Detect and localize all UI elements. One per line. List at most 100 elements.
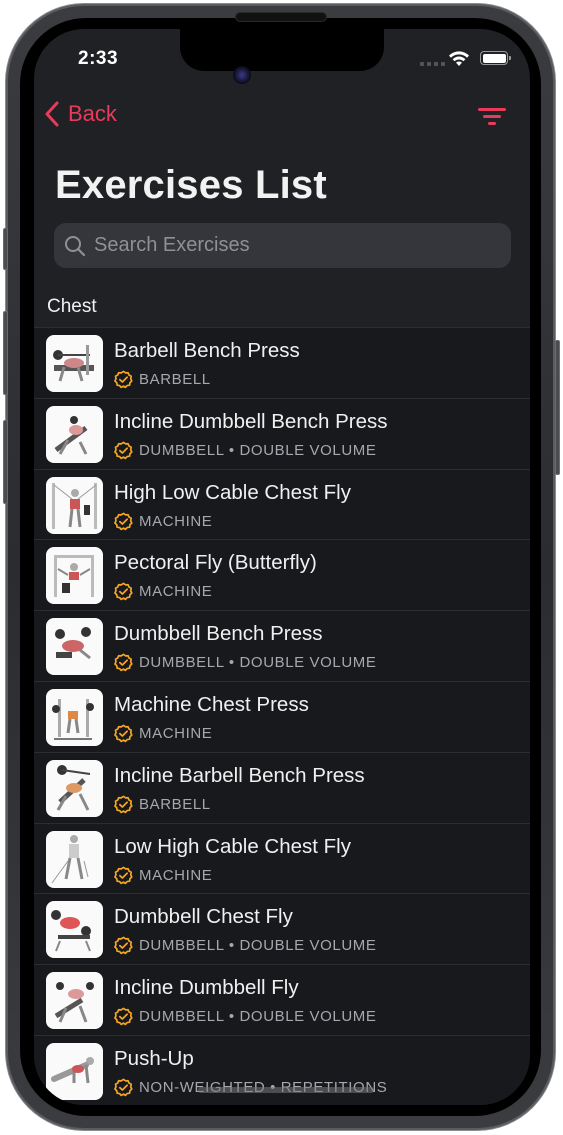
home-indicator[interactable]: [198, 1087, 374, 1093]
exercise-tags: DUMBBELL • DOUBLE VOLUME: [139, 654, 377, 672]
filter-icon[interactable]: [478, 107, 506, 127]
exercise-row[interactable]: Push-UpNON-WEIGHTED • REPETITIONS: [34, 1036, 530, 1105]
exercise-text: Incline Dumbbell Fly DUMBBELL • DOUBLE VO…: [114, 976, 377, 1026]
earpiece-speaker: [235, 12, 327, 22]
exercise-illustration-icon: [51, 834, 89, 883]
exercise-text: High Low Cable Chest Fly MACHINE: [114, 481, 351, 531]
exercise-tags: BARBELL: [139, 795, 211, 813]
exercise-thumbnail: [46, 759, 103, 817]
exercise-row[interactable]: Incline Dumbbell Bench Press DUMBBELL • D…: [34, 399, 530, 470]
exercise-meta: DUMBBELL • DOUBLE VOLUME: [114, 936, 377, 955]
exercise-row[interactable]: Barbell Bench Press BARBELL: [34, 328, 530, 399]
front-camera: [233, 66, 251, 84]
exercise-meta: MACHINE: [114, 582, 317, 601]
exercise-list[interactable]: Barbell Bench Press BARBELL Incline Dumbbe…: [34, 327, 530, 1105]
verified-badge-icon: [114, 1078, 133, 1097]
section-header-chest: Chest: [47, 296, 97, 317]
exercise-thumbnail: [46, 476, 103, 534]
exercise-thumbnail: [46, 547, 103, 605]
exercise-meta: BARBELL: [114, 370, 300, 389]
navigation-bar: Back: [34, 99, 530, 135]
verified-badge-icon: [114, 653, 133, 672]
status-time: 2:33: [78, 48, 119, 69]
exercise-name: Dumbbell Chest Fly: [114, 905, 293, 929]
search-bar[interactable]: [54, 223, 511, 268]
exercise-meta: DUMBBELL • DOUBLE VOLUME: [114, 441, 387, 460]
exercise-row[interactable]: Incline Barbell Bench Press BARBELL: [34, 753, 530, 824]
exercise-text: Incline Barbell Bench Press BARBELL: [114, 764, 365, 814]
exercise-thumbnail: [46, 830, 103, 888]
exercise-illustration-icon: [54, 415, 88, 455]
exercise-text: Dumbbell Bench Press DUMBBELL • DOUBLE VO…: [114, 622, 377, 672]
exercise-row[interactable]: Machine Chest Press MACHINE: [34, 682, 530, 753]
exercise-thumbnail: [46, 405, 103, 463]
verified-badge-icon: [114, 582, 133, 601]
volume-down-button: [3, 420, 8, 504]
exercise-name: Machine Chest Press: [114, 692, 309, 716]
exercise-text: Barbell Bench Press BARBELL: [114, 339, 300, 389]
exercise-name: Incline Dumbbell Fly: [114, 976, 299, 1000]
chevron-left-icon: [45, 101, 59, 127]
exercise-tags: DUMBBELL • DOUBLE VOLUME: [139, 1008, 377, 1026]
exercise-name: Barbell Bench Press: [114, 339, 300, 362]
exercise-illustration-icon: [51, 1056, 94, 1084]
notch: [180, 29, 384, 71]
exercise-thumbnail: [46, 335, 103, 392]
exercise-meta: DUMBBELL • DOUBLE VOLUME: [114, 653, 377, 672]
battery-icon: [480, 51, 511, 65]
verified-badge-icon: [114, 795, 133, 814]
exercise-meta: MACHINE: [114, 866, 351, 885]
exercise-tags: MACHINE: [139, 512, 213, 530]
exercise-meta: BARBELL: [114, 795, 365, 814]
exercise-illustration-icon: [56, 764, 91, 811]
exercise-illustration-icon: [52, 482, 97, 529]
exercise-row[interactable]: Incline Dumbbell Fly DUMBBELL • DOUBLE VO…: [34, 965, 530, 1036]
exercise-name: Incline Barbell Bench Press: [114, 763, 365, 787]
exercise-tags: BARBELL: [139, 371, 211, 388]
exercise-thumbnail: [46, 618, 103, 676]
exercise-tags: MACHINE: [139, 724, 213, 742]
exercise-illustration-icon: [54, 555, 94, 598]
exercise-thumbnail: [46, 1042, 103, 1100]
verified-badge-icon: [114, 936, 133, 955]
exercise-meta: MACHINE: [114, 512, 351, 531]
exercise-text: Pectoral Fly (Butterfly) MACHINE: [114, 551, 317, 601]
wifi-icon: [449, 51, 469, 66]
cellular-signal-icon: [420, 62, 445, 66]
verified-badge-icon: [114, 441, 133, 460]
back-button[interactable]: Back: [44, 101, 117, 127]
mute-switch: [3, 228, 8, 270]
volume-up-button: [3, 311, 8, 395]
exercise-meta: MACHINE: [114, 724, 309, 743]
exercise-row[interactable]: Low High Cable Chest Fly MACHINE: [34, 824, 530, 895]
exercise-illustration-icon: [53, 345, 94, 382]
exercise-text: Incline Dumbbell Bench Press DUMBBELL • D…: [114, 410, 387, 460]
exercise-meta: DUMBBELL • DOUBLE VOLUME: [114, 1007, 377, 1026]
exercise-tags: DUMBBELL • DOUBLE VOLUME: [139, 441, 377, 459]
exercise-name: High Low Cable Chest Fly: [114, 480, 351, 504]
exercise-text: Low High Cable Chest Fly MACHINE: [114, 835, 351, 885]
exercise-name: Dumbbell Bench Press: [114, 622, 323, 646]
back-label: Back: [68, 101, 117, 126]
verified-badge-icon: [114, 1007, 133, 1026]
exercise-name: Incline Dumbbell Bench Press: [114, 409, 388, 433]
exercise-row[interactable]: Pectoral Fly (Butterfly) MACHINE: [34, 540, 530, 612]
exercise-row[interactable]: Dumbbell Chest Fly DUMBBELL • DOUBLE VOLU…: [34, 894, 530, 966]
exercise-name: Low High Cable Chest Fly: [114, 834, 351, 858]
exercise-illustration-icon: [52, 698, 94, 740]
exercise-row[interactable]: Dumbbell Bench Press DUMBBELL • DOUBLE VO…: [34, 611, 530, 682]
exercise-name: Push-Up: [114, 1046, 194, 1070]
screen: 2:33 Back Exercises List Chest Barbell B…: [34, 29, 530, 1105]
exercise-thumbnail: [46, 901, 103, 959]
exercise-thumbnail: [46, 688, 103, 746]
exercise-row[interactable]: High Low Cable Chest Fly MACHINE: [34, 470, 530, 541]
exercise-tags: DUMBBELL • DOUBLE VOLUME: [139, 937, 377, 955]
power-button: [555, 340, 560, 475]
search-input[interactable]: [94, 234, 494, 257]
search-icon: [65, 235, 86, 256]
exercise-text: Dumbbell Chest Fly DUMBBELL • DOUBLE VOLU…: [114, 905, 377, 955]
exercise-illustration-icon: [55, 627, 91, 660]
page-title: Exercises List: [55, 163, 327, 207]
exercise-illustration-icon: [51, 910, 91, 952]
verified-badge-icon: [114, 724, 133, 743]
